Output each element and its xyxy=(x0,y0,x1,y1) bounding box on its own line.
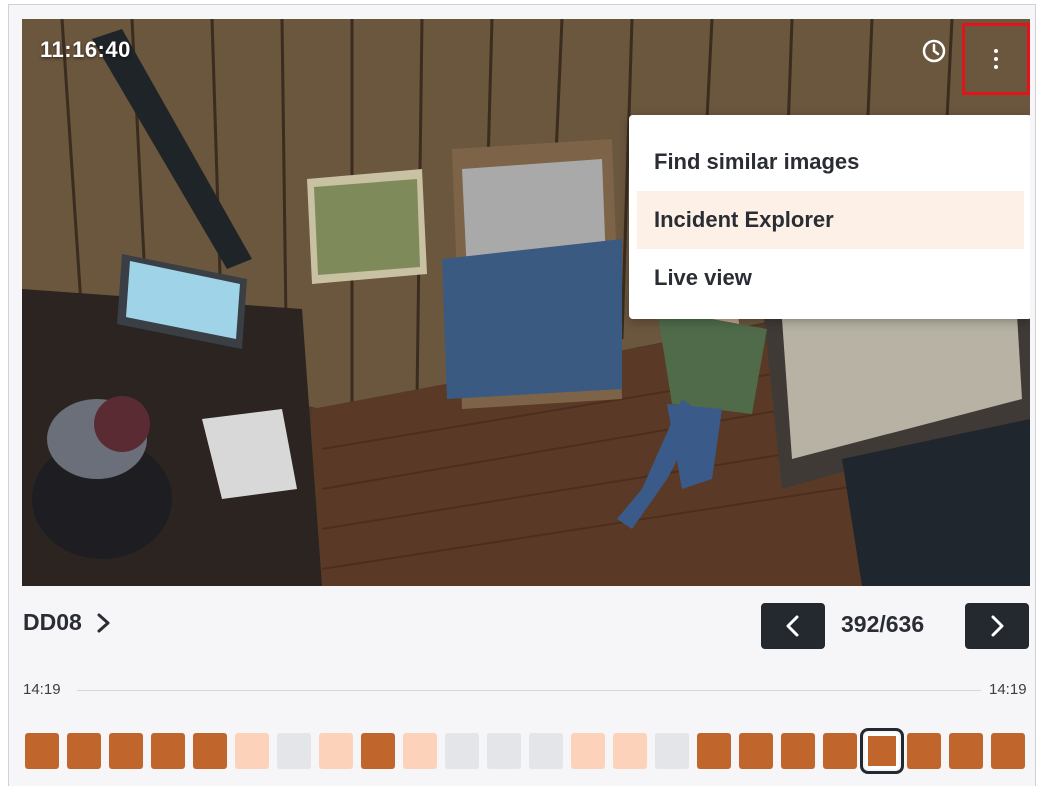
timestamp: 11:16:40 xyxy=(40,37,131,62)
menu-item-find-similar-images[interactable]: Find similar images xyxy=(629,133,1024,191)
timeline-segment[interactable] xyxy=(319,733,353,769)
timeline-segment[interactable] xyxy=(151,733,185,769)
chevron-right-icon xyxy=(97,613,110,632)
timeline-segment[interactable] xyxy=(193,733,227,769)
timeline-segment[interactable] xyxy=(403,733,437,769)
timeline-segment[interactable] xyxy=(109,733,143,769)
timeline-segment[interactable] xyxy=(571,733,605,769)
chevron-left-icon xyxy=(786,615,799,637)
timeline-segment[interactable] xyxy=(277,733,311,769)
clock-icon xyxy=(922,39,946,63)
more-vertical-icon xyxy=(994,49,998,69)
timeline-segment[interactable] xyxy=(907,733,941,769)
previous-button[interactable] xyxy=(761,603,825,649)
timeline-segment[interactable] xyxy=(949,733,983,769)
timeline-segment[interactable] xyxy=(991,733,1025,769)
camera-name-link[interactable]: DD08 xyxy=(23,609,112,636)
chevron-right-icon xyxy=(991,615,1004,637)
clock-button[interactable] xyxy=(918,35,950,67)
timeline-segment[interactable] xyxy=(487,733,521,769)
image-counter: 392/636 xyxy=(841,611,925,637)
timeline-segment[interactable] xyxy=(781,733,815,769)
timeline-start-time: 14:19 xyxy=(23,681,61,698)
timeline-strip xyxy=(25,728,1029,774)
timeline-segment[interactable] xyxy=(235,733,269,769)
timeline-divider xyxy=(77,690,981,691)
timeline-segment[interactable] xyxy=(613,733,647,769)
camera-image[interactable]: 11:16:40 Find similar images Incident Ex… xyxy=(22,19,1030,586)
timeline-segment[interactable] xyxy=(697,733,731,769)
next-button[interactable] xyxy=(965,603,1029,649)
menu-item-incident-explorer[interactable]: Incident Explorer xyxy=(637,191,1024,249)
timeline-segment[interactable] xyxy=(361,733,395,769)
timeline-segment[interactable] xyxy=(739,733,773,769)
camera-name-label: DD08 xyxy=(23,609,82,635)
timeline-segment[interactable] xyxy=(529,733,563,769)
menu-item-live-view[interactable]: Live view xyxy=(629,249,1024,307)
event-card: 11:16:40 Find similar images Incident Ex… xyxy=(8,4,1036,786)
more-options-button[interactable] xyxy=(962,23,1030,95)
timeline-segment[interactable] xyxy=(25,733,59,769)
options-menu: Find similar images Incident Explorer Li… xyxy=(629,115,1030,319)
timeline-segment-selected[interactable] xyxy=(860,728,904,774)
timeline-segment[interactable] xyxy=(823,733,857,769)
timeline-segment[interactable] xyxy=(445,733,479,769)
timeline-segment[interactable] xyxy=(67,733,101,769)
timeline-segment[interactable] xyxy=(655,733,689,769)
timeline-end-time: 14:19 xyxy=(989,681,1027,698)
